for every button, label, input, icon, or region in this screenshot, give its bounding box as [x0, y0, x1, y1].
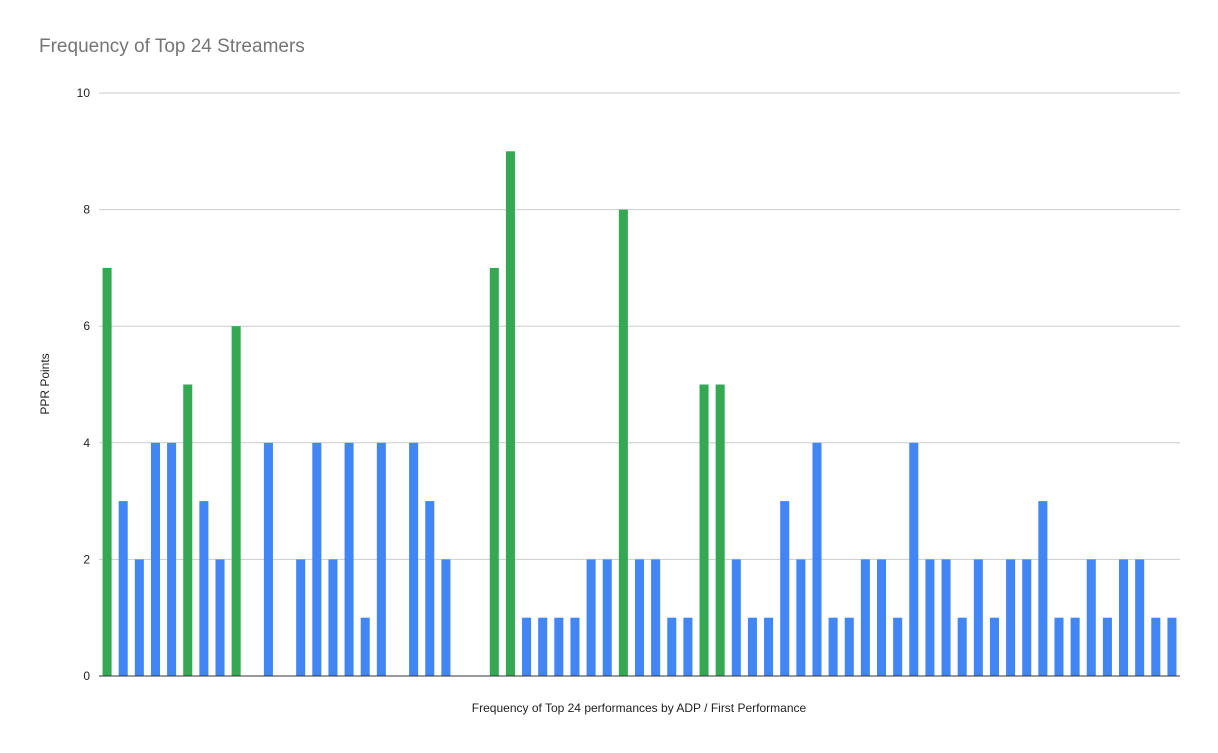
bar [441, 559, 451, 676]
bar [150, 442, 160, 676]
bar [409, 442, 419, 676]
bar [328, 559, 338, 676]
y-axis-title: PPR Points [38, 353, 52, 414]
bar [683, 617, 693, 676]
bar [570, 617, 580, 676]
bar [602, 559, 612, 676]
y-tick-label: 8 [83, 203, 90, 217]
bar [538, 617, 548, 676]
bar [925, 559, 935, 676]
y-tick-label: 10 [77, 86, 91, 100]
bar [183, 384, 193, 676]
bar [505, 151, 515, 677]
bar [1135, 559, 1145, 676]
bar [134, 559, 144, 676]
y-tick-label: 2 [83, 552, 90, 566]
y-tick-label: 4 [83, 436, 90, 450]
bar [489, 267, 499, 676]
bar [1102, 617, 1112, 676]
bar [1022, 559, 1032, 676]
bar [731, 559, 741, 676]
bar [618, 209, 628, 676]
bar [102, 267, 112, 676]
bar [263, 442, 273, 676]
bar [199, 501, 209, 676]
bar-chart: 0 2 4 6 8 10 PPR Points Frequency of Top 24 p… [38, 86, 1180, 715]
bar [1070, 617, 1080, 676]
bar [844, 617, 854, 676]
bar [1038, 501, 1048, 676]
bar [828, 617, 838, 676]
bar [651, 559, 661, 676]
bar [167, 442, 177, 676]
y-tick-label: 0 [83, 669, 90, 683]
bar [215, 559, 225, 676]
bar [764, 617, 774, 676]
bar [909, 442, 919, 676]
bar [296, 559, 306, 676]
bar [522, 617, 532, 676]
gridlines [99, 92, 1180, 560]
y-tick-label: 6 [83, 319, 90, 333]
bar [780, 501, 790, 676]
bar [957, 617, 967, 676]
bar [893, 617, 903, 676]
bar [860, 559, 870, 676]
bar [747, 617, 757, 676]
bar [812, 442, 822, 676]
bar [376, 442, 386, 676]
bar [554, 617, 564, 676]
bar [634, 559, 645, 676]
bar [1054, 617, 1064, 676]
bar [941, 559, 951, 676]
bar [973, 559, 983, 676]
bar [989, 617, 999, 676]
bar [1119, 559, 1129, 676]
bar [1086, 559, 1096, 676]
bar [118, 501, 128, 676]
bar [699, 384, 709, 676]
bar [1167, 617, 1177, 676]
bars [102, 151, 1177, 677]
bar [231, 326, 241, 676]
bar [360, 617, 370, 676]
y-tick-labels: 0 2 4 6 8 10 [77, 86, 91, 683]
bar [715, 384, 725, 676]
bar [1006, 559, 1016, 676]
bar [425, 501, 435, 676]
bar [796, 559, 806, 676]
bar [667, 617, 677, 676]
bar [344, 442, 354, 676]
bar [877, 559, 887, 676]
bar [1151, 617, 1161, 676]
x-axis-title: Frequency of Top 24 performances by ADP … [472, 701, 807, 715]
bar [586, 559, 596, 676]
bar [312, 442, 322, 676]
